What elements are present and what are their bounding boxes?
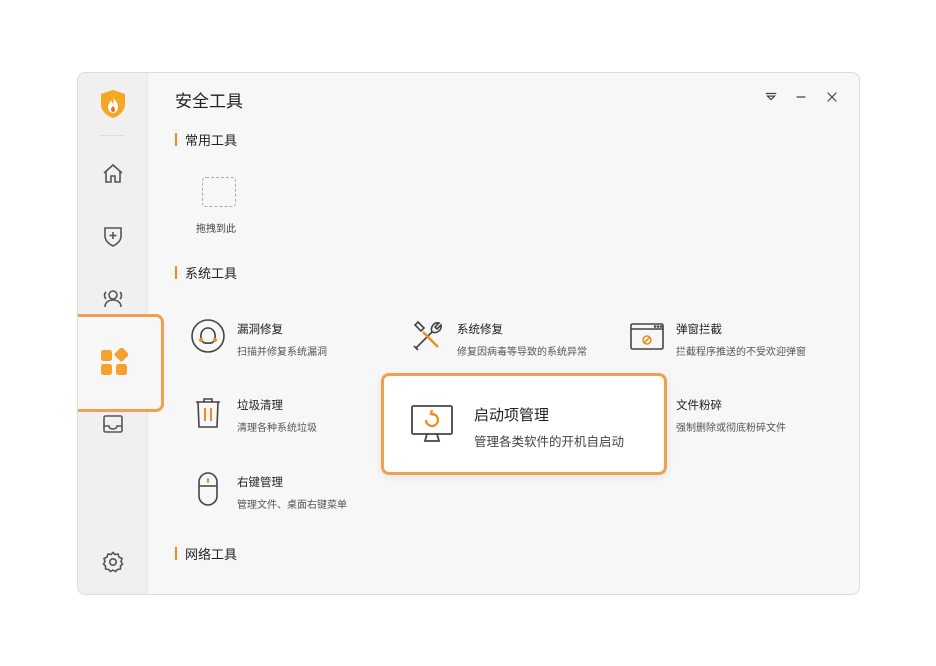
drop-zone-label: 拖拽到此 <box>196 224 236 235</box>
section-system-tools: 系统工具 <box>175 263 237 282</box>
logo-shield-icon <box>101 90 125 118</box>
tool-desc: 拦截程序推送的不受欢迎弹窗 <box>676 347 806 358</box>
section-common-tools: 常用工具 <box>175 130 237 149</box>
drop-zone[interactable] <box>202 177 236 207</box>
tool-name: 垃圾清理 <box>237 398 283 412</box>
app-window: 安全工具 常用工具 拖拽到此 系统工具 漏洞修复 扫描并修复系统漏洞 系统修复 … <box>77 72 860 595</box>
sidebar-item-protection[interactable] <box>100 223 126 249</box>
tool-desc: 修复因病毒等导致的系统异常 <box>457 347 587 358</box>
startup-monitor-icon <box>411 405 453 442</box>
tool-desc: 强制删除或彻底粉碎文件 <box>676 423 786 434</box>
tool-name: 文件粉碎 <box>676 398 722 412</box>
close-button[interactable] <box>824 89 840 105</box>
sidebar-item-inbox[interactable] <box>100 411 126 437</box>
page-title: 安全工具 <box>175 92 243 112</box>
section-accent-bar <box>175 547 177 560</box>
menu-dropdown-icon <box>765 92 777 101</box>
tool-name: 右键管理 <box>237 475 283 489</box>
file-shred-icon <box>628 393 666 431</box>
tool-name: 系统修复 <box>457 322 503 336</box>
tool-name: 弹窗拦截 <box>676 322 722 336</box>
gear-icon <box>102 551 124 573</box>
section-title: 常用工具 <box>185 134 238 149</box>
sidebar-item-users[interactable] <box>100 285 126 311</box>
tool-junk-cleanup[interactable]: 垃圾清理 清理各种系统垃圾 <box>189 393 317 434</box>
tool-startup-manager[interactable]: 启动项管理 管理各类软件的开机自启动 <box>381 373 667 475</box>
tool-name: 启动项管理 <box>474 406 550 424</box>
sidebar-item-apps[interactable] <box>78 314 164 412</box>
sidebar-item-home[interactable] <box>100 161 126 187</box>
vulnerability-icon <box>191 319 225 353</box>
tool-desc: 管理各类软件的开机自启动 <box>474 434 625 449</box>
tool-system-repair[interactable]: 系统修复 修复因病毒等导致的系统异常 <box>409 317 587 358</box>
section-title: 系统工具 <box>185 267 238 282</box>
shield-plus-icon <box>104 227 122 247</box>
home-icon <box>103 163 123 183</box>
tool-file-shredder[interactable]: 文件粉碎 强制删除或彻底粉碎文件 <box>628 393 786 434</box>
tool-context-menu-manager[interactable]: 右键管理 管理文件、桌面右键菜单 <box>189 470 347 511</box>
tool-desc: 清理各种系统垃圾 <box>237 423 317 434</box>
section-network-tools: 网络工具 <box>175 544 237 563</box>
sidebar-divider <box>100 135 124 136</box>
apps-icon <box>101 348 128 375</box>
mouse-icon <box>198 472 218 506</box>
minimize-button[interactable] <box>793 89 809 105</box>
tool-name: 漏洞修复 <box>237 322 283 336</box>
section-accent-bar <box>175 133 177 146</box>
sidebar-item-settings[interactable] <box>100 549 126 575</box>
popup-block-icon <box>630 323 664 350</box>
trash-icon <box>196 398 220 428</box>
tool-vulnerability-fix[interactable]: 漏洞修复 扫描并修复系统漏洞 <box>189 317 327 358</box>
section-accent-bar <box>175 266 177 279</box>
minimize-icon <box>796 96 806 98</box>
inbox-icon <box>103 415 123 433</box>
tool-desc: 扫描并修复系统漏洞 <box>237 347 327 358</box>
section-title: 网络工具 <box>185 548 238 563</box>
users-icon <box>103 290 123 308</box>
tool-popup-blocker[interactable]: 弹窗拦截 拦截程序推送的不受欢迎弹窗 <box>628 317 806 358</box>
tool-desc: 管理文件、桌面右键菜单 <box>237 500 347 511</box>
dropdown-menu-button[interactable] <box>763 89 779 105</box>
close-icon <box>827 92 837 102</box>
tools-icon <box>413 320 442 351</box>
